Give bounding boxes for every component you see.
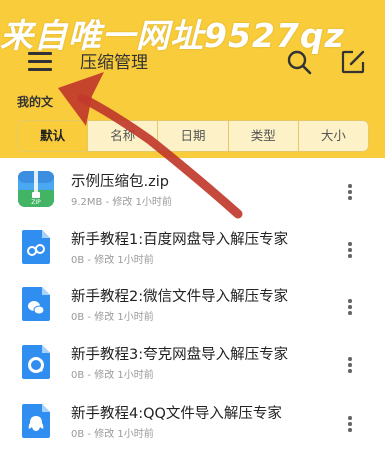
more-dot-icon — [348, 428, 352, 432]
file-meta: 0B - 修改 1小时前 — [71, 312, 154, 323]
more-options-button[interactable] — [344, 182, 356, 202]
more-dot-icon — [348, 416, 352, 420]
more-dot-icon — [348, 299, 352, 303]
edit-button[interactable] — [340, 49, 366, 75]
section-label: 我的文 — [17, 95, 54, 109]
more-dot-icon — [348, 357, 352, 361]
menu-button[interactable] — [28, 50, 52, 72]
file-row[interactable]: 新手教程3:夸克网盘导入解压专家 0B - 修改 1小时前 — [0, 335, 385, 393]
quark-file-icon — [22, 345, 50, 379]
hamburger-icon-bar — [28, 60, 52, 63]
file-meta: 0B - 修改 1小时前 — [71, 429, 154, 440]
svg-text:ZIP: ZIP — [31, 199, 41, 206]
more-dot-icon — [348, 311, 352, 315]
sort-tab-default[interactable]: 默认 — [18, 121, 89, 151]
file-meta: 0B - 修改 1小时前 — [71, 370, 154, 381]
sort-tab-type[interactable]: 类型 — [229, 121, 299, 151]
wechat-file-icon — [22, 287, 50, 321]
more-dot-icon — [348, 422, 352, 426]
zip-file-icon: ZIP — [18, 171, 54, 207]
more-options-button[interactable] — [344, 240, 356, 260]
sort-tabs: 默认 名称 日期 类型 大小 — [17, 120, 369, 152]
more-dot-icon — [348, 363, 352, 367]
more-options-button[interactable] — [344, 414, 356, 434]
file-name: 新手教程4:QQ文件导入解压专家 — [71, 406, 282, 422]
edit-icon — [341, 50, 365, 74]
page-title: 压缩管理 — [80, 53, 148, 73]
more-dot-icon — [348, 254, 352, 258]
file-meta: 0B - 修改 1小时前 — [71, 255, 154, 266]
search-icon — [287, 50, 312, 75]
watermark-text: 来自唯一网址9527qz — [0, 16, 345, 55]
more-options-button[interactable] — [344, 297, 356, 317]
more-options-button[interactable] — [344, 355, 356, 375]
sort-tab-date[interactable]: 日期 — [158, 121, 229, 151]
baidu-netdisk-file-icon — [22, 230, 50, 264]
file-row[interactable]: 新手教程2:微信文件导入解压专家 0B - 修改 1小时前 — [0, 277, 385, 335]
hamburger-icon-bar — [28, 52, 52, 55]
file-meta: 9.2MB - 修改 1小时前 — [71, 197, 172, 208]
more-dot-icon — [348, 242, 352, 246]
file-row[interactable]: ZIP 示例压缩包.zip 9.2MB - 修改 1小时前 — [0, 162, 385, 220]
file-row[interactable]: 新手教程1:百度网盘导入解压专家 0B - 修改 1小时前 — [0, 220, 385, 278]
more-dot-icon — [348, 190, 352, 194]
more-dot-icon — [348, 184, 352, 188]
file-name: 示例压缩包.zip — [71, 174, 169, 190]
more-dot-icon — [348, 196, 352, 200]
sort-tab-name[interactable]: 名称 — [88, 121, 159, 151]
more-dot-icon — [348, 305, 352, 309]
hamburger-icon-bar — [28, 68, 52, 71]
file-row[interactable]: 新手教程4:QQ文件导入解压专家 0B - 修改 1小时前 — [0, 394, 385, 452]
sort-tab-size[interactable]: 大小 — [299, 121, 368, 151]
more-dot-icon — [348, 248, 352, 252]
search-button[interactable] — [286, 49, 312, 75]
qq-file-icon — [22, 404, 50, 438]
more-dot-icon — [348, 369, 352, 373]
file-name: 新手教程3:夸克网盘导入解压专家 — [71, 347, 289, 363]
file-name: 新手教程2:微信文件导入解压专家 — [71, 289, 289, 305]
file-name: 新手教程1:百度网盘导入解压专家 — [71, 232, 289, 248]
